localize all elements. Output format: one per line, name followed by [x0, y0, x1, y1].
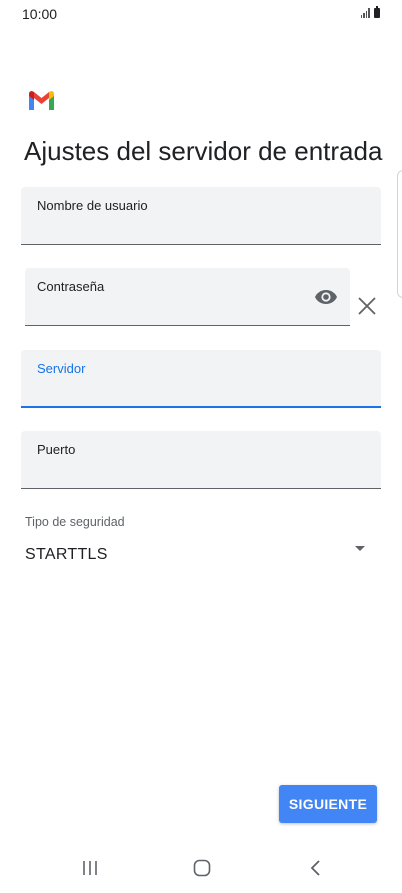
username-label: Nombre de usuario	[37, 198, 148, 213]
status-bar: 10:00	[0, 0, 402, 28]
recents-icon[interactable]	[80, 860, 100, 876]
scroll-indicator[interactable]	[397, 170, 402, 298]
password-field[interactable]: Contraseña	[25, 268, 350, 326]
home-icon[interactable]	[193, 859, 211, 877]
port-label: Puerto	[37, 442, 76, 457]
gmail-logo-icon	[29, 91, 54, 110]
port-field[interactable]: Puerto	[21, 431, 381, 489]
navigation-bar	[0, 843, 402, 893]
status-time: 10:00	[22, 6, 58, 22]
status-icons	[360, 6, 380, 18]
server-field[interactable]: Servidor	[21, 350, 381, 408]
server-label: Servidor	[37, 361, 86, 376]
close-icon[interactable]	[356, 295, 378, 317]
security-type-select[interactable]: STARTTLS	[25, 546, 108, 564]
dropdown-arrow-icon[interactable]	[355, 546, 365, 551]
username-field[interactable]: Nombre de usuario	[21, 187, 381, 245]
signal-icon	[360, 8, 370, 18]
battery-icon	[374, 6, 380, 18]
back-icon[interactable]	[308, 859, 322, 877]
security-type-label: Tipo de seguridad	[25, 515, 125, 529]
next-button[interactable]: SIGUIENTE	[279, 785, 377, 823]
page-title: Ajustes del servidor de entrada	[24, 136, 383, 166]
eye-icon[interactable]	[314, 288, 338, 306]
password-label: Contraseña	[37, 279, 105, 294]
